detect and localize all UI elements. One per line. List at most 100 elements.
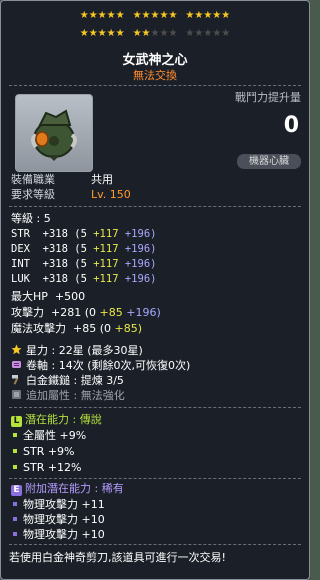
stat-bonus: +117 (93, 258, 119, 270)
additional-potential-line: 物理攻擊力 +10 (11, 528, 105, 542)
divider (9, 478, 301, 479)
stat-row-dex: DEX +318 (5 +117 +196) (11, 242, 156, 256)
magic-attack-label: 魔法攻擊力 (11, 322, 66, 335)
star-group: ★★★★★ (185, 10, 231, 21)
legendary-badge-icon: L (11, 416, 22, 427)
item-icon-frame (15, 94, 93, 172)
attack-row: 攻擊力 +281 (0 +85 +196) (11, 306, 161, 320)
maxhp-value: +500 (54, 290, 86, 303)
req-level-row: 要求等級 Lv. 150 (11, 188, 131, 202)
star-icon (11, 344, 22, 355)
trade-hint: 若使用白金神奇剪刀,該道具可進行一次交易! (9, 551, 226, 564)
star-force-info: 星力 : 22星 (最多30星) (11, 344, 143, 358)
potential-line: 全屬性 +9% (11, 429, 86, 443)
divider (9, 206, 301, 207)
combat-power-label: 戰鬥力提升量 (235, 91, 301, 104)
potential-line: STR +9% (11, 445, 75, 459)
stat-label: INT (11, 258, 30, 270)
stat-row-int: INT +318 (5 +117 +196) (11, 257, 156, 271)
item-level-value: : 5 (36, 212, 51, 225)
stat-bonus: +117 (93, 273, 119, 285)
potential-header: L 潛在能力 : 傳說 (11, 413, 102, 427)
hammer-icon (12, 375, 19, 385)
star-group: ★★★★★ (79, 10, 125, 21)
equip-job-label: 裝備職業 (11, 173, 55, 186)
stat-base: (5 (74, 273, 87, 285)
star-group: ★★★★★ (132, 10, 178, 21)
maxhp-row: 最大HP +500 (11, 290, 85, 304)
star-force-row-2: ★★★★★ ★★★★★ ★★★★★ (1, 28, 309, 40)
attack-base: (0 (84, 306, 97, 319)
hammer-info: 白金鐵鎚 : 提煉 3/5 (11, 374, 124, 388)
potential-line: STR +12% (11, 461, 82, 475)
bullet-icon (13, 433, 17, 437)
magic-attack-total: +85 (73, 322, 97, 335)
stat-total: +318 (42, 258, 68, 270)
extra-option-value: : 無法強化 (73, 389, 125, 402)
stat-scroll: +196) (124, 228, 157, 240)
stat-label: STR (11, 228, 30, 240)
additional-potential-header: E 附加潛在能力 : 稀有 (11, 482, 124, 496)
heart-engine-icon (31, 109, 77, 161)
bullet-icon (13, 465, 17, 469)
stat-row-luk: LUK +318 (5 +117 +196) (11, 272, 156, 286)
stat-base: (5 (74, 243, 87, 255)
scroll-info: 卷軸 : 14次 (剩餘0次,可恢復0次) (11, 359, 190, 373)
hammer-label: 白金鐵鎚 (26, 374, 70, 387)
item-level-row: 等級 : 5 (11, 212, 51, 226)
star-group: ★★★★★ (185, 28, 231, 39)
stat-total: +318 (42, 228, 68, 240)
extra-option-icon (12, 390, 21, 399)
machine-heart-button[interactable]: 機器心臟 (237, 154, 301, 169)
star-force-label: 星力 (26, 344, 48, 357)
stat-scroll: +196) (124, 273, 157, 285)
additional-potential-line: 物理攻擊力 +11 (11, 498, 105, 512)
stat-total: +318 (42, 273, 68, 285)
divider (9, 407, 301, 408)
stat-scroll: +196) (124, 243, 157, 255)
star-group: ★★★★★ (79, 28, 125, 39)
divider (9, 544, 301, 545)
req-level-value: Lv. 150 (91, 188, 131, 201)
star-force-row-1: ★★★★★ ★★★★★ ★★★★★ (1, 10, 309, 22)
magic-attack-bonus: +85) (114, 322, 143, 335)
additional-potential-title: 附加潛在能力 (25, 482, 91, 495)
equip-job-row: 裝備職業 共用 (11, 173, 113, 187)
scroll-icon (12, 361, 21, 368)
additional-potential-line-text: 物理攻擊力 +11 (23, 498, 105, 511)
maxhp-label: 最大HP (11, 290, 48, 303)
attack-bonus: +85 (99, 306, 123, 319)
attack-total: +281 (51, 306, 82, 319)
bullet-icon (13, 449, 17, 453)
potential-grade: : 傳說 (72, 413, 102, 426)
bullet-icon (13, 532, 17, 536)
bullet-icon (13, 517, 17, 521)
additional-potential-line: 物理攻擊力 +10 (11, 513, 105, 527)
star-force-value: : 22星 (最多30星) (51, 344, 143, 357)
potential-line-text: 全屬性 +9% (23, 429, 87, 442)
extra-option-info: 追加屬性 : 無法強化 (11, 389, 125, 403)
stat-label: DEX (11, 243, 30, 255)
stat-label: LUK (11, 273, 30, 285)
item-tooltip: ★★★★★ ★★★★★ ★★★★★ ★★★★★ ★★★★★ ★★★★★ 女武神之心 無法… (0, 0, 310, 580)
stat-total: +318 (42, 243, 68, 255)
item-name: 女武神之心 (122, 53, 188, 68)
trade-status: 無法交換 (133, 69, 177, 82)
stat-scroll: +196) (124, 258, 157, 270)
divider (9, 85, 301, 86)
req-level-label: 要求等級 (11, 188, 55, 201)
potential-line-text: STR +12% (23, 461, 82, 474)
scroll-label: 卷軸 (26, 359, 48, 372)
stat-base: (5 (74, 258, 87, 270)
additional-potential-line-text: 物理攻擊力 +10 (23, 528, 105, 541)
stat-base: (5 (74, 228, 87, 240)
equip-job-value: 共用 (91, 173, 113, 186)
attack-label: 攻擊力 (11, 306, 44, 319)
stat-row-str: STR +318 (5 +117 +196) (11, 227, 156, 241)
potential-line-text: STR +9% (23, 445, 75, 458)
extra-option-label: 追加屬性 (26, 389, 70, 402)
attack-scroll: +196) (126, 306, 161, 319)
star-group: ★★★★★ (132, 28, 178, 39)
epic-badge-icon: E (11, 485, 22, 496)
additional-potential-line-text: 物理攻擊力 +10 (23, 513, 105, 526)
